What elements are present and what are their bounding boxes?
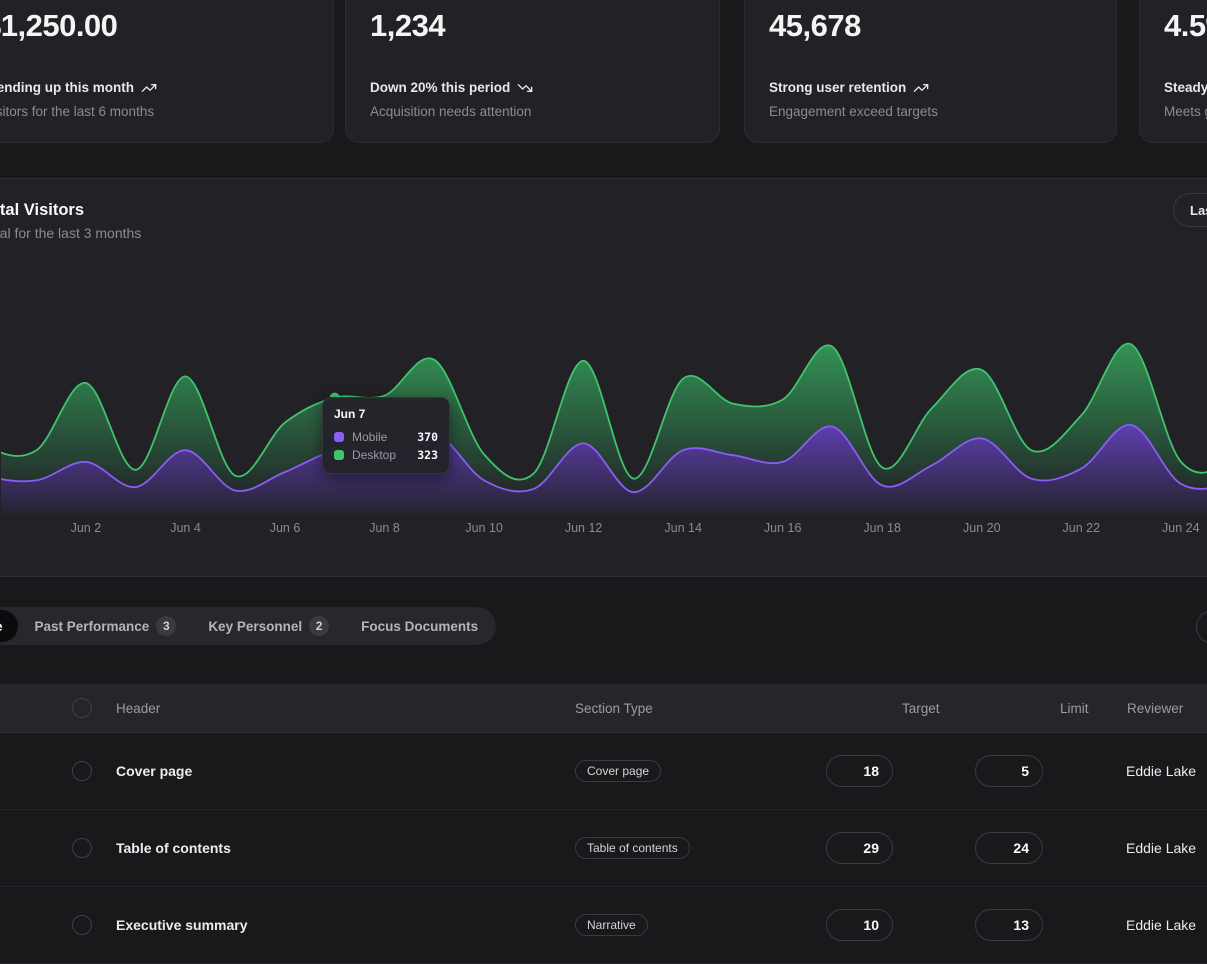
table-row: Executive summary Narrative Eddie Lake bbox=[0, 887, 1207, 964]
stat-trend-label: Steady performance increase bbox=[1164, 79, 1207, 96]
series-color-swatch bbox=[334, 450, 344, 460]
tab-label: Focus Documents bbox=[361, 619, 478, 634]
stat-card-active-accounts: 45,678 Strong user retention Engagement … bbox=[744, 0, 1117, 143]
section-type-badge: Narrative bbox=[575, 914, 648, 936]
section-type-badge: Table of contents bbox=[575, 837, 690, 859]
table-header-row: Header Section Type Target Limit Reviewe… bbox=[0, 684, 1207, 733]
area-chart-svg bbox=[1, 251, 1207, 563]
column-header-target: Target bbox=[902, 684, 940, 732]
series-color-swatch bbox=[334, 432, 344, 442]
limit-input[interactable] bbox=[975, 909, 1043, 941]
stat-card-total-revenue: $1,250.00 Trending up this month Visitor… bbox=[0, 0, 334, 143]
x-axis-tick-label: Jun 24 bbox=[1151, 521, 1207, 535]
tab-key-personnel[interactable]: Key Personnel 2 bbox=[193, 610, 344, 642]
row-header-text[interactable]: Cover page bbox=[116, 733, 192, 809]
tooltip-title: Jun 7 bbox=[334, 407, 438, 421]
customize-columns-button[interactable] bbox=[1196, 610, 1207, 644]
select-all-checkbox[interactable] bbox=[72, 698, 92, 718]
limit-input[interactable] bbox=[975, 832, 1043, 864]
stat-value: 1,234 bbox=[370, 6, 695, 46]
column-header-header: Header bbox=[116, 684, 160, 732]
chart-title: Total Visitors bbox=[0, 200, 141, 221]
x-axis-tick-label: Jun 20 bbox=[952, 521, 1012, 535]
chart-header: Total Visitors Total for the last 3 mont… bbox=[0, 200, 141, 242]
stat-trend-label: Trending up this month bbox=[0, 79, 134, 96]
trending-up-icon bbox=[913, 80, 929, 96]
stat-trend: Trending up this month bbox=[0, 79, 309, 96]
total-visitors-card: Total Visitors Total for the last 3 mont… bbox=[0, 178, 1207, 577]
visitors-area-chart: Jun 2 Jun 4 Jun 6 Jun 8 Jun 10 Jun 12 Jun 14 Ju… bbox=[1, 251, 1207, 563]
column-header-section-type: Section Type bbox=[575, 684, 653, 732]
reviewer-name: Eddie Lake bbox=[1126, 810, 1196, 886]
x-axis-tick-label: Jun 6 bbox=[255, 521, 315, 535]
x-axis-tick-label: Jun 16 bbox=[753, 521, 813, 535]
reviewer-name: Eddie Lake bbox=[1126, 887, 1196, 963]
tooltip-series-label: Desktop bbox=[352, 448, 396, 462]
column-header-limit: Limit bbox=[1060, 684, 1089, 732]
stat-description: Engagement exceed targets bbox=[769, 103, 1092, 120]
target-input[interactable] bbox=[826, 755, 893, 787]
x-axis-tick-label: Jun 4 bbox=[156, 521, 216, 535]
x-axis-tick-label: Jun 10 bbox=[454, 521, 514, 535]
sections-table: Header Section Type Target Limit Reviewe… bbox=[0, 684, 1207, 964]
stat-value: 4.5% bbox=[1164, 6, 1207, 46]
tab-label: Outline bbox=[0, 619, 3, 634]
stat-trend: Strong user retention bbox=[769, 79, 1092, 96]
tooltip-series-value: 323 bbox=[417, 448, 438, 462]
column-header-reviewer: Reviewer bbox=[1127, 684, 1183, 732]
x-axis-tick-label: Jun 22 bbox=[1051, 521, 1111, 535]
row-checkbox[interactable] bbox=[72, 838, 92, 858]
x-axis-tick-label: Jun 18 bbox=[852, 521, 912, 535]
tooltip-series-label: Mobile bbox=[352, 430, 387, 444]
time-range-toggle[interactable]: Last 3 months bbox=[1173, 193, 1207, 227]
tab-outline[interactable]: Outline bbox=[0, 610, 18, 642]
stat-trend: Steady performance increase bbox=[1164, 79, 1207, 96]
x-axis-tick-label: Jun 14 bbox=[653, 521, 713, 535]
trending-down-icon bbox=[517, 80, 533, 96]
tooltip-series-value: 370 bbox=[417, 430, 438, 444]
tab-focus-documents[interactable]: Focus Documents bbox=[346, 610, 493, 642]
row-header-text[interactable]: Table of contents bbox=[116, 810, 231, 886]
tab-count-badge: 2 bbox=[309, 616, 329, 636]
target-input[interactable] bbox=[826, 909, 893, 941]
stat-card-growth-rate: 4.5% Steady performance increase Meets g… bbox=[1139, 0, 1207, 143]
stat-trend-label: Strong user retention bbox=[769, 79, 906, 96]
time-range-label: Last 3 months bbox=[1190, 203, 1207, 218]
limit-input[interactable] bbox=[975, 755, 1043, 787]
stat-card-new-customers: 1,234 Down 20% this period Acquisition n… bbox=[345, 0, 720, 143]
stat-trend: Down 20% this period bbox=[370, 79, 695, 96]
tab-label: Past Performance bbox=[35, 619, 150, 634]
tab-label: Key Personnel bbox=[208, 619, 302, 634]
x-axis-tick-label: Jun 12 bbox=[554, 521, 614, 535]
table-row: Cover page Cover page Eddie Lake bbox=[0, 733, 1207, 810]
target-input[interactable] bbox=[826, 832, 893, 864]
stat-description: Meets growth projections bbox=[1164, 103, 1207, 120]
x-axis-tick-label: Jun 8 bbox=[355, 521, 415, 535]
trending-up-icon bbox=[141, 80, 157, 96]
stat-value: $1,250.00 bbox=[0, 6, 309, 46]
row-checkbox[interactable] bbox=[72, 761, 92, 781]
chart-tooltip: Jun 7 Mobile 370 Desktop 323 bbox=[322, 397, 450, 474]
tab-count-badge: 3 bbox=[156, 616, 176, 636]
x-axis-tick-label: Jun 2 bbox=[56, 521, 116, 535]
chart-subtitle: Total for the last 3 months bbox=[0, 224, 141, 242]
stat-trend-label: Down 20% this period bbox=[370, 79, 510, 96]
reviewer-name: Eddie Lake bbox=[1126, 733, 1196, 809]
stat-value: 45,678 bbox=[769, 6, 1092, 46]
section-type-badge: Cover page bbox=[575, 760, 661, 782]
row-checkbox[interactable] bbox=[72, 915, 92, 935]
stat-description: Visitors for the last 6 months bbox=[0, 103, 309, 120]
dashboard-page: { "cards": [ {"value": "$1,250.00", "tre… bbox=[0, 0, 1207, 929]
tooltip-row: Mobile 370 bbox=[334, 428, 438, 446]
tab-past-performance[interactable]: Past Performance 3 bbox=[20, 610, 192, 642]
row-header-text[interactable]: Executive summary bbox=[116, 887, 248, 963]
stat-description: Acquisition needs attention bbox=[370, 103, 695, 120]
tooltip-row: Desktop 323 bbox=[334, 446, 438, 464]
table-row: Table of contents Table of contents Eddi… bbox=[0, 810, 1207, 887]
section-tabs: Outline Past Performance 3 Key Personnel 2 Fo… bbox=[0, 607, 496, 645]
